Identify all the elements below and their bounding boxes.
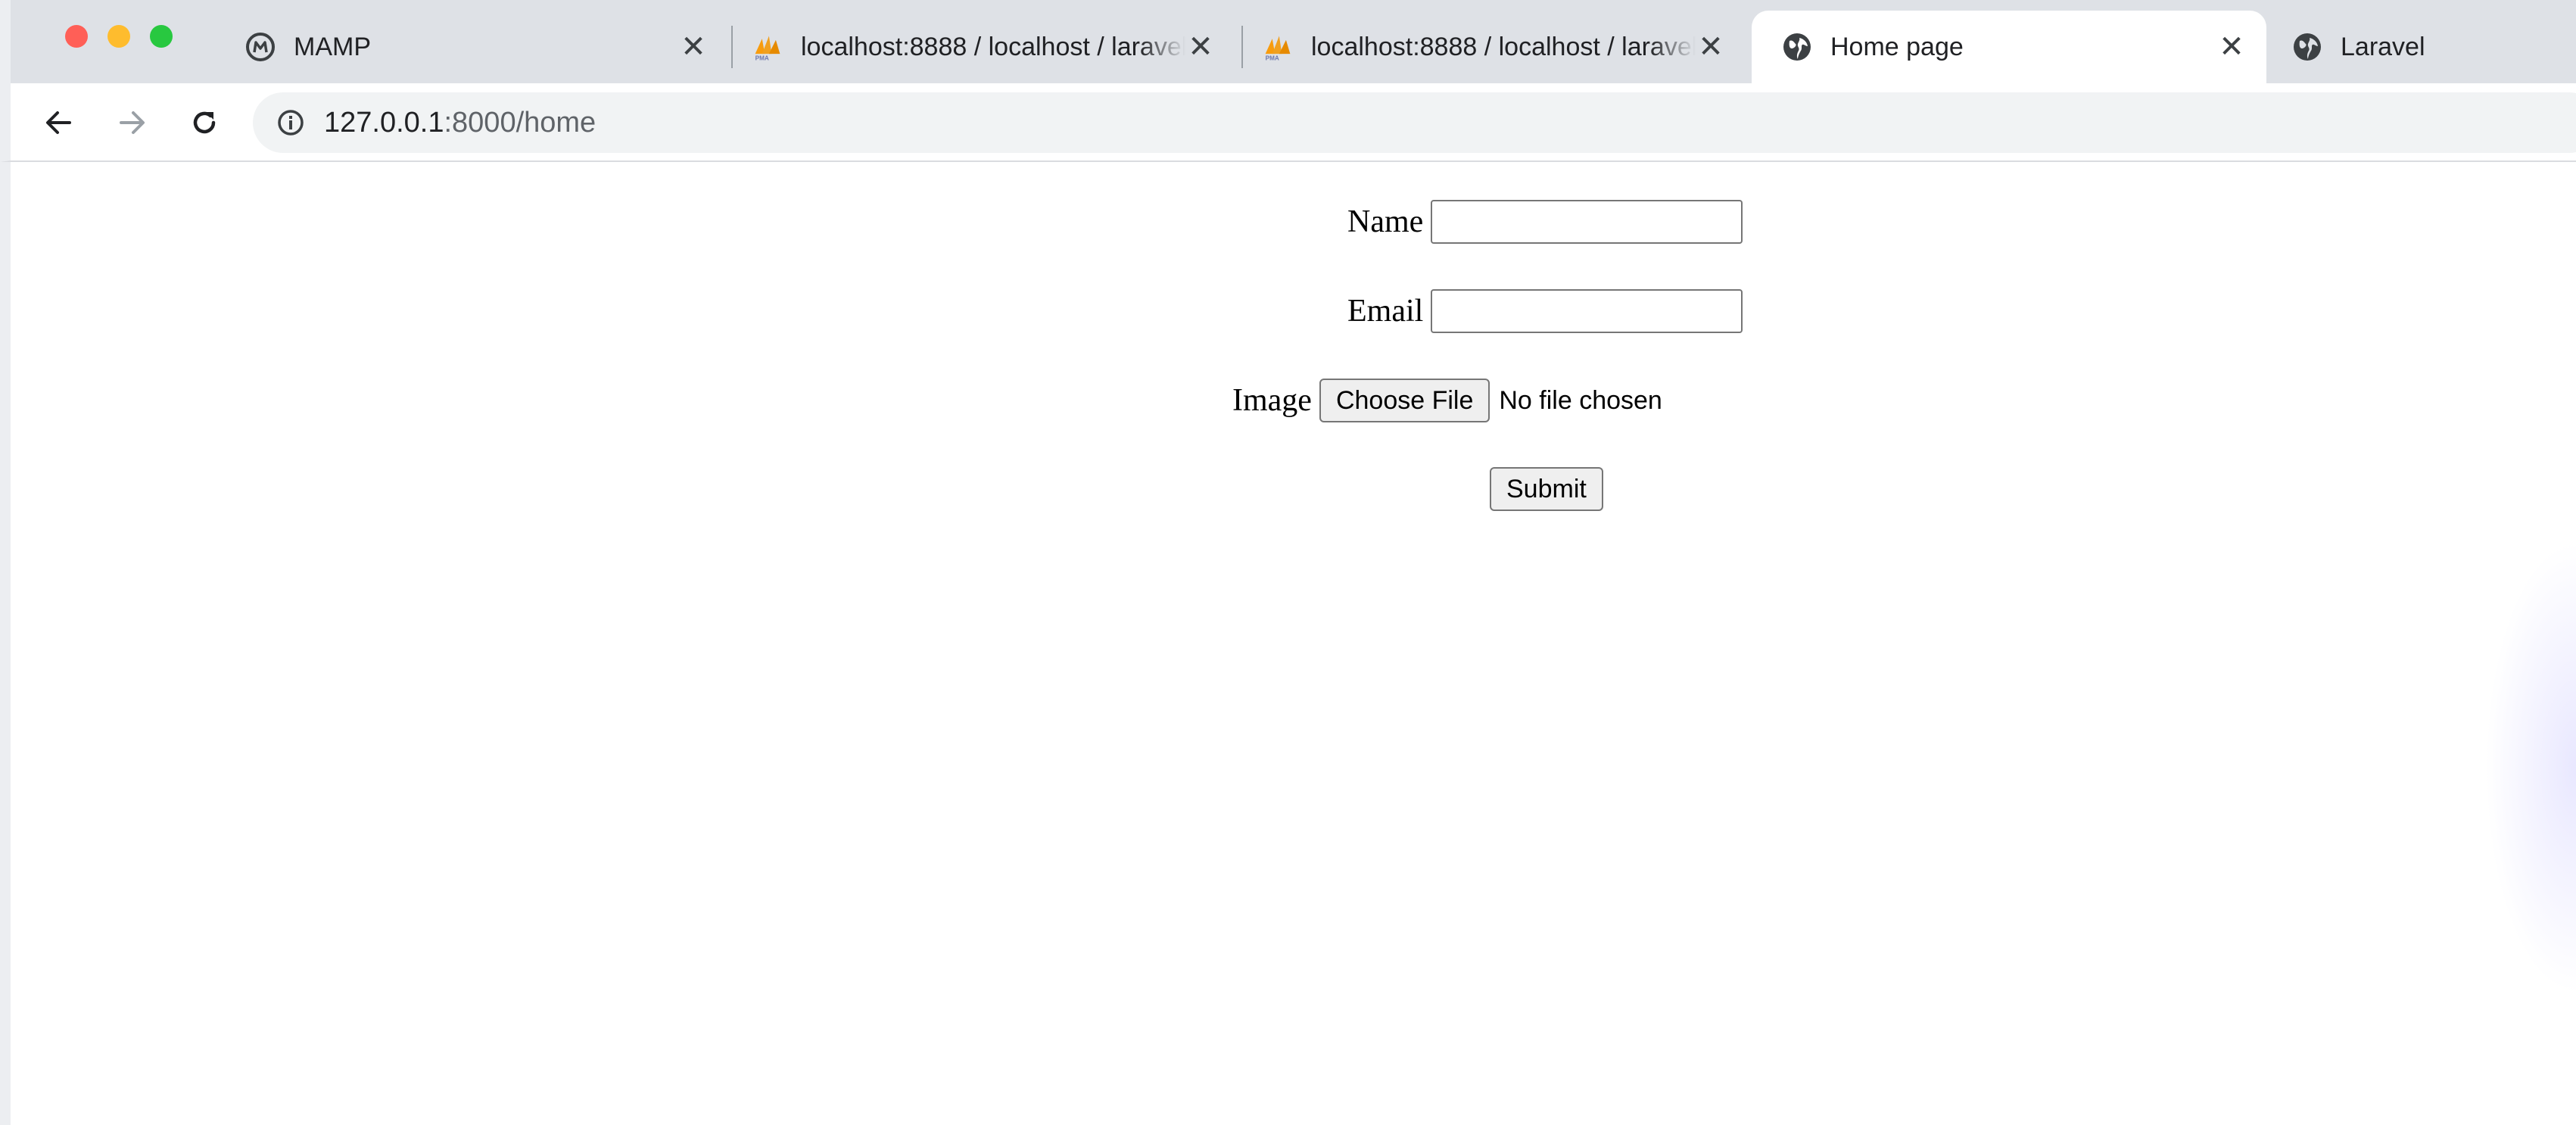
reload-button[interactable]	[182, 100, 227, 145]
tab-separator	[731, 26, 733, 68]
image-row: Image Choose File No file chosen	[1232, 379, 1662, 422]
tab-title: localhost:8888 / localhost / laravel	[801, 32, 1185, 61]
tab-mamp[interactable]: MAMP ✕	[235, 11, 719, 83]
tab-phpmyadmin-2[interactable]: PMA localhost:8888 / localhost / laravel…	[1252, 11, 1737, 83]
close-tab-icon[interactable]: ✕	[2216, 30, 2247, 64]
arrow-right-icon	[120, 111, 145, 134]
maximize-window-button[interactable]	[150, 25, 173, 48]
back-button[interactable]	[36, 100, 82, 145]
svg-text:PMA: PMA	[1266, 55, 1279, 61]
tab-title: MAMP	[294, 32, 371, 61]
tab-home-page[interactable]: Home page ✕	[1752, 11, 2266, 83]
close-window-button[interactable]	[65, 25, 88, 48]
tab-title: localhost:8888 / localhost / laravel	[1311, 32, 1696, 61]
tab-strip: MAMP ✕ PMA localhost:8888 / localhost / …	[0, 0, 2576, 83]
page-content: Name Email Image Choose File No file cho…	[0, 162, 2576, 1125]
choose-file-button[interactable]: Choose File	[1319, 379, 1490, 422]
tab-separator	[1241, 26, 1243, 68]
globe-icon	[2292, 32, 2322, 62]
forward-button[interactable]	[109, 100, 154, 145]
phpmyadmin-icon: PMA	[1263, 32, 1293, 62]
tab-phpmyadmin-1[interactable]: PMA localhost:8888 / localhost / laravel…	[742, 11, 1226, 83]
submit-button[interactable]: Submit	[1490, 467, 1603, 511]
globe-icon	[1782, 32, 1812, 62]
url-host: 127.0.0.1	[324, 106, 444, 139]
minimize-window-button[interactable]	[107, 25, 130, 48]
name-row: Name	[1347, 200, 1743, 244]
tab-title: Home page	[1830, 32, 1964, 61]
close-tab-icon[interactable]: ✕	[1185, 30, 1216, 64]
tab-laravel[interactable]: Laravel	[2282, 11, 2576, 83]
browser-window: MAMP ✕ PMA localhost:8888 / localhost / …	[0, 0, 2576, 1125]
mamp-icon	[245, 32, 276, 62]
email-label: Email	[1347, 294, 1424, 329]
browser-toolbar: 127.0.0.1:8000/home	[0, 83, 2576, 162]
email-row: Email	[1347, 289, 1743, 333]
tab-title: Laravel	[2341, 32, 2425, 61]
phpmyadmin-icon: PMA	[752, 32, 783, 62]
name-input[interactable]	[1431, 200, 1743, 244]
url-text: 127.0.0.1:8000/home	[324, 107, 596, 139]
email-input[interactable]	[1431, 289, 1743, 333]
url-path: :8000/home	[444, 106, 596, 139]
info-icon[interactable]	[276, 108, 306, 138]
edge-glow	[2485, 541, 2576, 995]
submit-row: Submit	[1490, 467, 1603, 511]
name-label: Name	[1347, 204, 1424, 239]
image-label: Image	[1232, 383, 1312, 418]
arrow-left-icon	[46, 111, 71, 134]
address-bar[interactable]: 127.0.0.1:8000/home	[253, 92, 2576, 153]
close-tab-icon[interactable]: ✕	[1696, 30, 1726, 64]
svg-text:PMA: PMA	[755, 55, 769, 61]
reload-icon	[193, 111, 216, 134]
close-tab-icon[interactable]: ✕	[678, 30, 709, 64]
file-status-text: No file chosen	[1499, 385, 1662, 415]
